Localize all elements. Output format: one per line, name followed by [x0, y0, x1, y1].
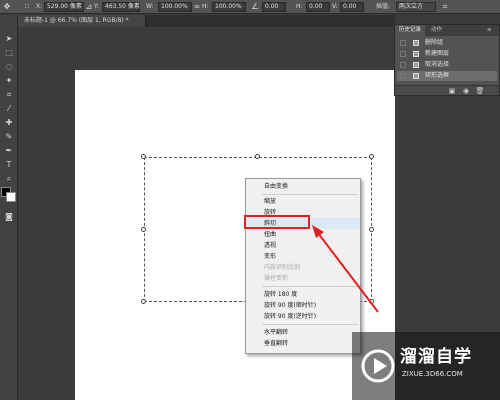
history-row[interactable]: 删除组: [397, 38, 497, 48]
v-skew-label: V:: [332, 3, 338, 10]
transform-handle-top-right[interactable]: [369, 154, 374, 159]
transform-handle-left[interactable]: [141, 227, 146, 232]
history-snapshot-checkbox[interactable]: [400, 51, 406, 57]
tools-panel: ➤ ⬚ ◌ ✦ ⌗ ⁄ ✚ ✎ ✒ T ⌕ ◙: [0, 15, 18, 400]
history-step-icon: [413, 51, 419, 57]
h-label: H:: [202, 3, 209, 10]
history-row-label: 矩形选框: [425, 72, 450, 79]
menu-item-distort[interactable]: 扭曲: [246, 229, 360, 240]
transform-handle-right[interactable]: [369, 227, 374, 232]
annotation-highlight-box: [244, 215, 310, 229]
new-document-from-state-icon[interactable]: ▣: [447, 86, 457, 96]
background-color-swatch[interactable]: [6, 192, 16, 202]
transform-handle-bottom-right[interactable]: [369, 299, 374, 304]
watermark: 溜溜自学 ZIXUE.3D66.COM: [352, 332, 500, 400]
menu-item-content-aware-scale: 内容识别比例: [264, 264, 301, 271]
type-icon[interactable]: T: [2, 159, 16, 170]
menu-item-rotate-90-ccw[interactable]: 旋转 90 度(逆时针): [246, 311, 360, 322]
menu-item-scale[interactable]: 缩放: [246, 196, 360, 207]
history-row[interactable]: 新建图层: [397, 49, 497, 59]
transform-context-menu: 自由变换 缩放 旋转 斜切 扭曲 透视 变形 内容识别比例 操控变形 旋转 18…: [245, 178, 361, 354]
move-tool-icon[interactable]: ✥: [2, 2, 12, 12]
play-logo-icon: [361, 349, 395, 383]
y-position-field[interactable]: 463.50 像素: [102, 2, 140, 12]
history-row-active[interactable]: 矩形选框: [397, 71, 497, 81]
marquee-icon[interactable]: ⬚: [2, 47, 16, 58]
trash-icon[interactable]: 🗑: [475, 86, 485, 96]
document-tab-bar: 未标题-1 @ 66.7% (图层 1, RGB/8) *: [18, 15, 395, 27]
menu-item-flip-vertical[interactable]: 垂直翻转: [246, 338, 360, 349]
history-snapshot-checkbox[interactable]: [400, 73, 406, 79]
menu-item-perspective[interactable]: 透视: [246, 240, 360, 251]
pen-icon[interactable]: ✒: [2, 145, 16, 156]
warp-mode-icon[interactable]: ⌗: [440, 2, 450, 12]
magic-wand-icon[interactable]: ✦: [2, 75, 16, 86]
chain-link-icon[interactable]: ∞: [192, 2, 202, 12]
history-snapshot-checkbox[interactable]: [400, 40, 406, 46]
watermark-url: ZIXUE.3D66.COM: [402, 370, 463, 378]
history-row-label: 取消选择: [425, 61, 450, 68]
x-position-field[interactable]: 529.00 像素: [44, 2, 84, 12]
history-step-icon: [413, 73, 419, 79]
tab-actions[interactable]: 动作: [427, 25, 446, 36]
menu-item-warp[interactable]: 变形: [246, 251, 360, 262]
menu-item-flip-horizontal[interactable]: 水平翻转: [246, 327, 360, 338]
quick-mask-icon[interactable]: ◙: [2, 211, 16, 222]
tab-history[interactable]: 历史记录: [395, 25, 426, 36]
menu-separator: [262, 286, 358, 287]
lasso-icon[interactable]: ◌: [2, 61, 16, 72]
w-label: W:: [146, 3, 154, 10]
y-label: Y:: [94, 3, 99, 10]
menu-item-rotate-90-cw[interactable]: 旋转 90 度(顺时针): [246, 300, 360, 311]
h-skew-field[interactable]: 0.00: [306, 2, 330, 12]
h-skew-label: H:: [296, 3, 303, 10]
transform-handle-bottom-left[interactable]: [141, 299, 146, 304]
interpolation-select[interactable]: 两次立方: [396, 2, 436, 12]
menu-item-free-transform[interactable]: 自由变换: [246, 181, 360, 192]
move-icon[interactable]: ➤: [2, 33, 16, 44]
brush-icon[interactable]: ✎: [2, 131, 16, 142]
healing-brush-icon[interactable]: ✚: [2, 117, 16, 128]
panel-tab-strip: 历史记录 动作 ≡: [395, 25, 499, 36]
angle-field[interactable]: 0.00: [262, 2, 286, 12]
interpolation-label: 插值:: [376, 3, 391, 10]
history-row[interactable]: 取消选择: [397, 60, 497, 70]
eyedropper-icon[interactable]: ⁄: [2, 103, 16, 114]
width-scale-field[interactable]: 100.00%: [158, 2, 192, 12]
link-icon[interactable]: ⊿: [84, 2, 94, 12]
document-tab[interactable]: 未标题-1 @ 66.7% (图层 1, RGB/8) *: [18, 15, 146, 27]
transform-handle-top[interactable]: [255, 154, 260, 159]
panel-menu-icon[interactable]: ≡: [487, 25, 492, 36]
history-step-icon: [413, 62, 419, 68]
camera-snapshot-icon[interactable]: ◉: [461, 86, 471, 96]
history-step-icon: [413, 40, 419, 46]
menu-separator: [262, 324, 358, 325]
crop-icon[interactable]: ⌗: [2, 89, 16, 100]
menu-item-puppet-warp: 操控变形: [264, 275, 289, 282]
zoom-icon[interactable]: ⌕: [2, 173, 16, 184]
history-panel-footer: ▣ ◉ 🗑: [395, 85, 499, 95]
x-label: X:: [36, 3, 43, 10]
options-bar: ✥ ⁙ X: 529.00 像素 ⊿ Y: 463.50 像素 W: 100.0…: [0, 0, 500, 14]
history-row-label: 删除组: [425, 39, 444, 46]
height-scale-field[interactable]: 100.00%: [212, 2, 246, 12]
reference-point-icon[interactable]: ⁙: [22, 2, 32, 12]
menu-item-rotate-180[interactable]: 旋转 180 度: [246, 289, 360, 300]
transform-handle-top-left[interactable]: [141, 154, 146, 159]
menu-separator: [262, 194, 358, 195]
watermark-title: 溜溜自学: [400, 347, 472, 367]
history-row-label: 新建图层: [425, 50, 450, 57]
history-snapshot-checkbox[interactable]: [400, 62, 406, 68]
history-panel: 历史记录 动作 ≡ 删除组 新建图层 取消选择 矩形选框 ▣ ◉ 🗑: [394, 24, 500, 96]
v-skew-field[interactable]: 0.00: [340, 2, 364, 12]
angle-icon: ∠: [251, 2, 259, 11]
